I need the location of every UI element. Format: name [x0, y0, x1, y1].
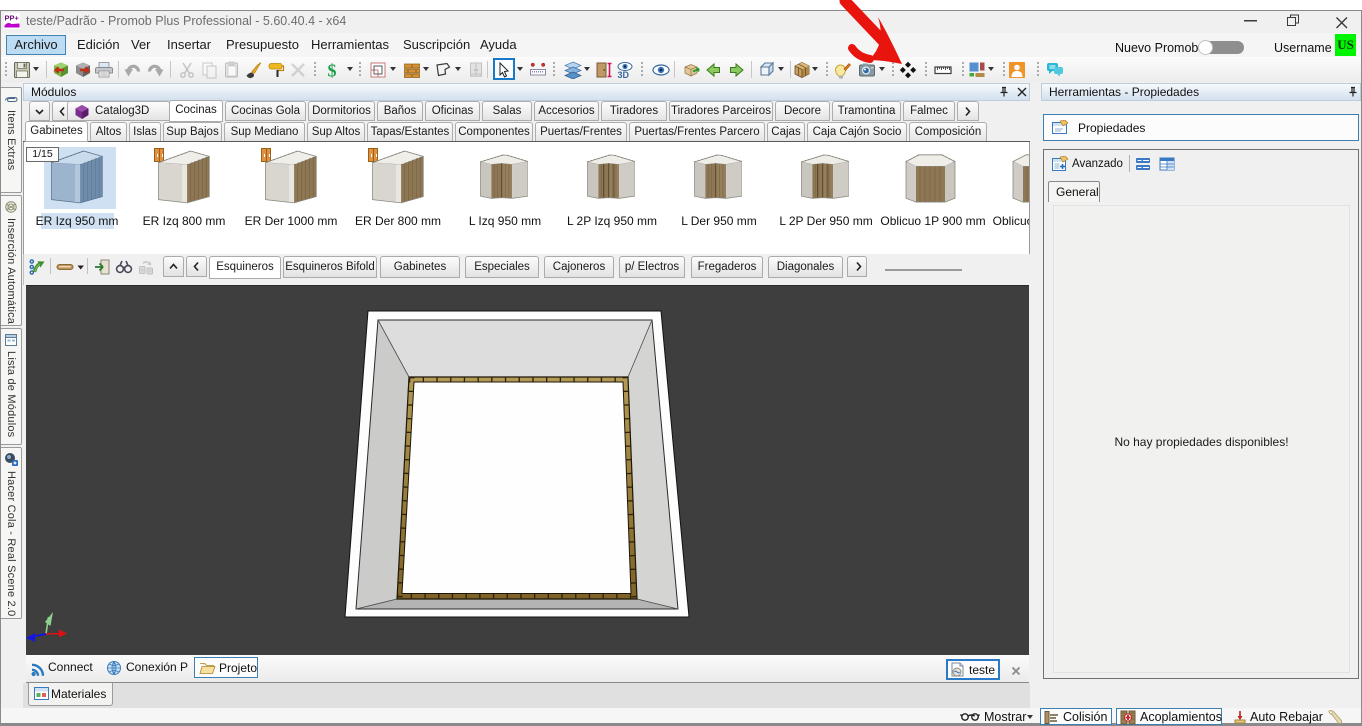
svg-text:$: $ — [328, 61, 337, 79]
svg-text:3D: 3D — [618, 70, 630, 79]
svg-text:PP+: PP+ — [5, 14, 20, 23]
